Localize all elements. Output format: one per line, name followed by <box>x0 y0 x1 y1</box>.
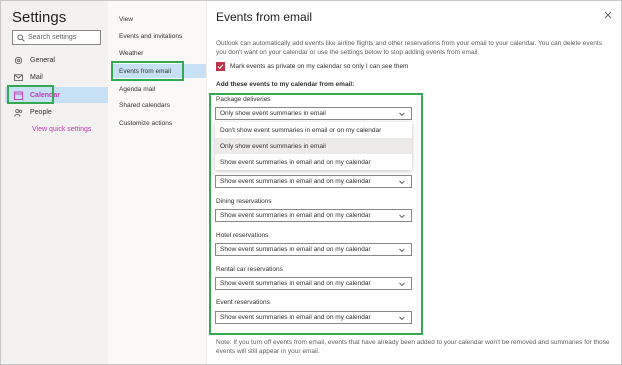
subnav-item-weather[interactable]: Weather <box>112 46 206 60</box>
panel-note: Note: If you turn off events from email,… <box>216 339 610 355</box>
section-title: Add these events to my calendar from ema… <box>216 81 355 88</box>
people-icon <box>14 108 23 117</box>
sidebar-item-label: Mail <box>30 73 43 81</box>
sidebar-item-people[interactable]: People <box>5 104 108 120</box>
sidebar-item-general[interactable]: General <box>5 52 108 68</box>
calendar-highlight-box <box>7 85 54 104</box>
private-events-checkbox[interactable] <box>216 62 225 71</box>
search-input[interactable]: Search settings <box>12 30 101 45</box>
subnav-item-view[interactable]: View <box>112 12 206 26</box>
gear-icon <box>14 56 23 65</box>
close-icon[interactable] <box>604 11 612 22</box>
private-events-row[interactable]: Mark events as private on my calendar so… <box>216 62 408 71</box>
settings-sidebar: Settings Search settings General Mail Ca… <box>1 1 108 364</box>
view-quick-settings-link[interactable]: View quick settings <box>32 126 91 133</box>
sidebar-item-mail[interactable]: Mail <box>5 69 108 85</box>
subnav-item-agenda-mail[interactable]: Agenda mail <box>112 82 206 96</box>
subnav-item-shared-calendars[interactable]: Shared calendars <box>112 98 206 112</box>
mail-icon <box>14 73 23 82</box>
search-icon <box>17 33 25 42</box>
panel-description: Outlook can automatically add events lik… <box>216 40 602 56</box>
events-from-email-highlight-box <box>111 61 184 81</box>
settings-window: Settings Search settings General Mail Ca… <box>0 0 622 365</box>
calendar-subnav: View Events and invitations Weather Even… <box>108 1 207 364</box>
subnav-item-events-and-invitations[interactable]: Events and invitations <box>112 29 206 43</box>
categories-highlight-box <box>209 93 423 335</box>
panel-title: Events from email <box>216 10 313 24</box>
settings-title: Settings <box>12 9 67 26</box>
search-placeholder: Search settings <box>28 34 77 41</box>
sidebar-item-label: General <box>30 56 55 64</box>
sidebar-item-label: People <box>30 108 52 116</box>
private-events-label: Mark events as private on my calendar so… <box>230 63 409 70</box>
subnav-item-customize-actions[interactable]: Customize actions <box>112 116 206 130</box>
